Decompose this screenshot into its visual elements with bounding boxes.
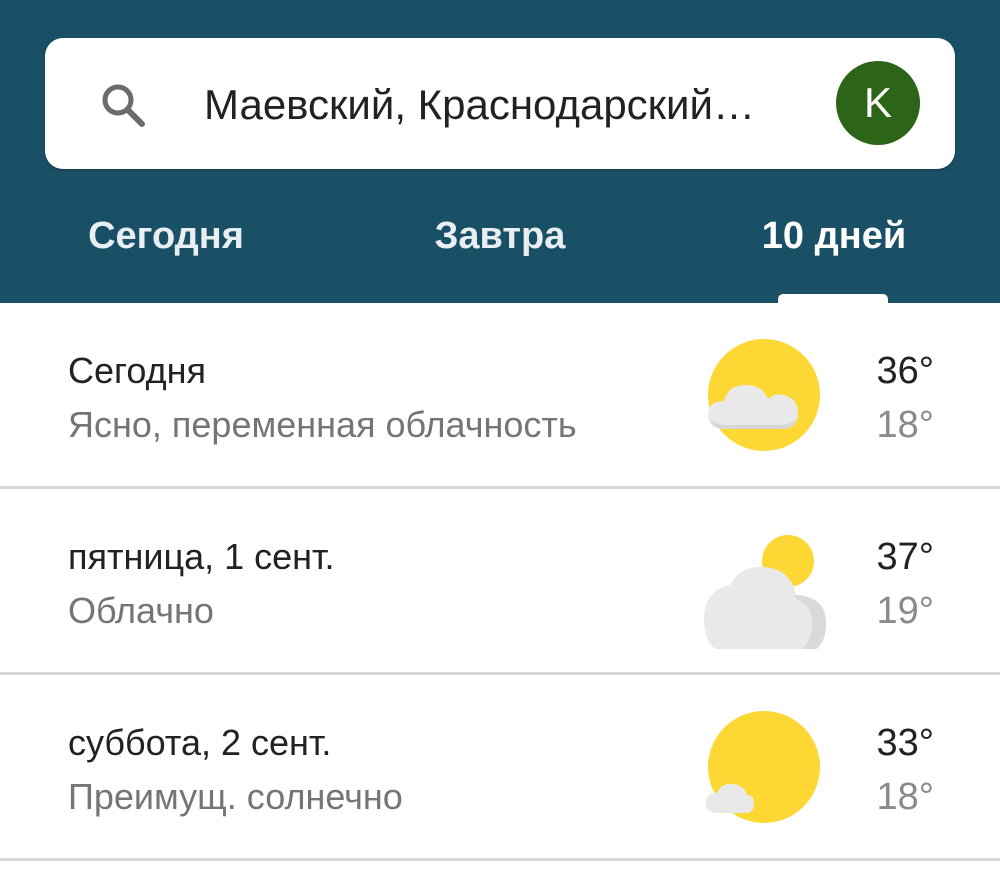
forecast-row-saturday[interactable]: суббота, 2 сент. Преимущ. солнечно 33° 1… xyxy=(0,675,1000,861)
app-header: Маевский, Краснодарский… K Сегодня Завтр… xyxy=(0,0,1000,304)
temp-high: 37° xyxy=(876,536,934,578)
temp-high: 36° xyxy=(876,350,934,392)
temp-low: 18° xyxy=(876,776,934,818)
partly-cloudy-icon xyxy=(708,339,820,451)
location-text[interactable]: Маевский, Краснодарский… xyxy=(204,70,804,140)
forecast-row-today[interactable]: Сегодня Ясно, переменная облачность 36° … xyxy=(0,303,1000,489)
forecast-row-friday[interactable]: пятница, 1 сент. Облачно 37° 19° xyxy=(0,489,1000,675)
day-name: Сегодня xyxy=(68,350,206,391)
temp-low: 18° xyxy=(876,404,934,446)
tab-10-days[interactable]: 10 дней xyxy=(734,208,934,264)
day-condition: Преимущ. солнечно xyxy=(68,776,403,817)
tab-tomorrow[interactable]: Завтра xyxy=(400,208,600,264)
day-condition: Ясно, переменная облачность xyxy=(68,404,577,445)
day-name: суббота, 2 сент. xyxy=(68,722,332,763)
tab-today[interactable]: Сегодня xyxy=(66,208,266,264)
list-bottom xyxy=(0,861,1000,877)
temp-high: 33° xyxy=(876,722,934,764)
cloudy-icon xyxy=(704,535,826,649)
day-condition: Облачно xyxy=(68,590,214,631)
mostly-sunny-icon xyxy=(706,711,820,823)
search-icon[interactable] xyxy=(96,78,152,134)
day-name: пятница, 1 сент. xyxy=(68,536,335,577)
temp-low: 19° xyxy=(876,590,934,632)
avatar[interactable]: K xyxy=(836,61,920,145)
